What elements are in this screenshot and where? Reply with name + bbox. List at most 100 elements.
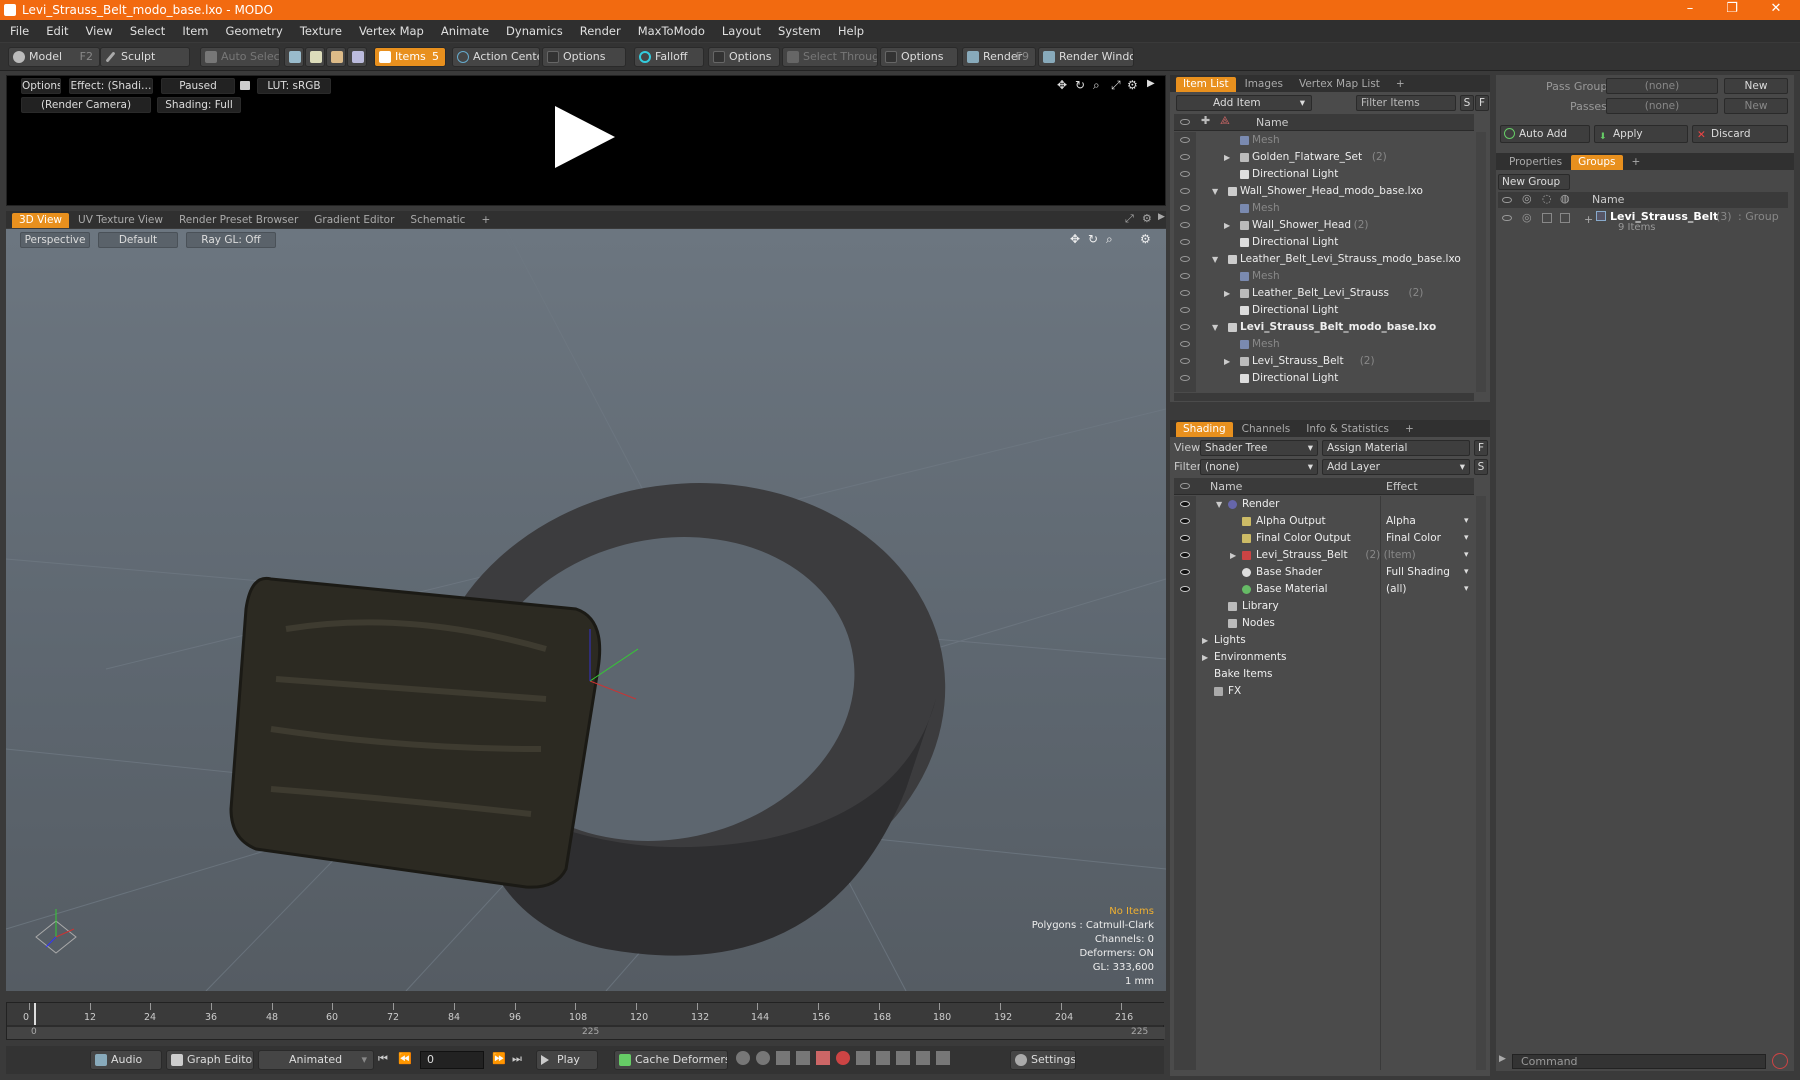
new-pass-group-button[interactable]: New (1724, 78, 1788, 94)
tab-groups[interactable]: Groups (1571, 155, 1623, 170)
frame-field[interactable]: 0 (420, 1051, 484, 1069)
graph-editor-button[interactable]: Graph Editor (166, 1050, 254, 1070)
effect-value[interactable]: Full Shading (1386, 564, 1450, 581)
collapse-arrow-icon[interactable]: ▼ (1212, 251, 1218, 268)
tab-vertex-map-list[interactable]: Vertex Map List (1292, 77, 1387, 92)
zoom-view-icon[interactable]: ⌕ (1106, 232, 1113, 247)
visibility-icon[interactable] (1180, 552, 1190, 558)
shader-tree-row[interactable]: Library (1174, 598, 1474, 615)
cache-deformers-button[interactable]: Cache Deformers (614, 1050, 728, 1070)
vertices-mode-button[interactable] (284, 47, 304, 67)
move-view-icon[interactable]: ✥ (1057, 78, 1067, 92)
add-tab-button[interactable]: + (1625, 155, 1648, 170)
visibility-icon[interactable] (1180, 188, 1190, 194)
auto-add-button[interactable]: Auto Add (1500, 125, 1590, 143)
filter-f-button[interactable]: F (1475, 95, 1489, 111)
auto-select-button[interactable]: Auto Select (200, 47, 280, 67)
visibility-icon[interactable] (1180, 171, 1190, 177)
menu-texture[interactable]: Texture (300, 24, 342, 38)
expand-arrow-icon[interactable]: ▶ (1224, 217, 1230, 234)
expand-arrow-icon[interactable]: ▶ (1230, 547, 1236, 564)
visibility-icon[interactable] (1180, 256, 1190, 262)
filter-dropdown[interactable]: (none) ▾ (1200, 459, 1318, 475)
item-list-row[interactable]: Mesh (1174, 268, 1474, 285)
timeline-playhead[interactable] (34, 1003, 36, 1025)
key-icon[interactable] (936, 1051, 950, 1065)
raygl-toggle[interactable]: Ray GL: Off (186, 232, 276, 248)
key-icon[interactable] (756, 1051, 770, 1065)
collapse-arrow-icon[interactable]: ▼ (1212, 319, 1218, 336)
shader-tree-row[interactable]: Final Color Output Final Color ▾ (1174, 530, 1474, 547)
visibility-icon[interactable] (1180, 324, 1190, 330)
expand-arrow-icon[interactable]: ▶ (1224, 149, 1230, 166)
add-tab-button[interactable]: + (474, 213, 497, 228)
key-icon[interactable] (736, 1051, 750, 1065)
preview-paused-button[interactable]: Paused (161, 78, 235, 94)
group-row[interactable]: ◎ + Levi_Strauss_Belt (3) : Group 9 Item… (1498, 209, 1788, 235)
item-list-row[interactable]: Directional Light (1174, 234, 1474, 251)
minimize-button[interactable]: – (1670, 0, 1710, 20)
item-list-row[interactable]: Mesh (1174, 336, 1474, 353)
item-list-row[interactable]: ▶ Wall_Shower_Head (2) (1174, 217, 1474, 234)
expand-arrow-icon[interactable]: ▶ (1224, 353, 1230, 370)
preview-lut-dropdown[interactable]: LUT: sRGB (257, 78, 331, 94)
maximize-view-icon[interactable]: ⤢ (1111, 78, 1121, 93)
item-list-hscroll[interactable] (1174, 393, 1474, 401)
key-icon[interactable] (916, 1051, 930, 1065)
item-list-scrollbar[interactable] (1476, 132, 1486, 392)
item-list-row[interactable]: ▶ Levi_Strauss_Belt (2) (1174, 353, 1474, 370)
style-dropdown[interactable]: Default (98, 232, 178, 248)
render-button[interactable]: Render F9 (962, 47, 1036, 67)
shader-tree-row[interactable]: ▶ Levi_Strauss_Belt (2) (Item) ▾ (1174, 547, 1474, 564)
visibility-icon[interactable] (1180, 273, 1190, 279)
close-button[interactable]: ✕ (1756, 0, 1796, 20)
edges-mode-button[interactable] (305, 47, 325, 67)
shader-tree-scrollbar[interactable] (1476, 496, 1486, 1070)
menu-system[interactable]: System (778, 24, 821, 38)
shader-tree-row[interactable]: Alpha Output Alpha ▾ (1174, 513, 1474, 530)
tab-3d-view[interactable]: 3D View (12, 213, 70, 228)
effect-value[interactable]: Alpha (1386, 513, 1416, 530)
viewport-3d[interactable]: Perspective Default Ray GL: Off ✥ ↻ ⌕ ⚙ … (6, 229, 1166, 991)
shader-tree-row[interactable]: Bake Items (1174, 666, 1474, 683)
pass-groups-dropdown[interactable]: (none) (1606, 78, 1718, 94)
item-list-row[interactable]: Mesh (1174, 132, 1474, 149)
shading-s-button[interactable]: S (1474, 459, 1488, 475)
settings-button[interactable]: Settings (1010, 1050, 1076, 1070)
viewport-settings-gear-icon[interactable]: ⚙ (1140, 232, 1151, 246)
key-icon[interactable] (896, 1051, 910, 1065)
menu-view[interactable]: View (86, 24, 113, 38)
render-toggle-icon[interactable]: ◎ (1522, 211, 1532, 224)
key-icon[interactable] (776, 1051, 790, 1065)
rotate-view-icon[interactable]: ↻ (1075, 78, 1085, 92)
tab-info-statistics[interactable]: Info & Statistics (1299, 422, 1396, 437)
item-list-row[interactable]: Directional Light (1174, 302, 1474, 319)
chevron-down-icon[interactable]: ▾ (1464, 513, 1469, 530)
assign-material-button[interactable]: Assign Material (1322, 440, 1470, 456)
shader-tree-row[interactable]: Base Material (all) ▾ (1174, 581, 1474, 598)
menu-vertex-map[interactable]: Vertex Map (359, 24, 424, 38)
timeline[interactable]: 0 12 24 36 48 60 72 84 96 108 120 132 144 156 168 180 19… (6, 1002, 1165, 1040)
previous-frame-icon[interactable]: ⏪ (398, 1052, 412, 1065)
visibility-icon[interactable] (1180, 518, 1190, 524)
skip-to-end-icon[interactable]: ⏭ (512, 1052, 522, 1066)
shader-tree-row[interactable]: ▶ Lights (1174, 632, 1474, 649)
item-list-row[interactable]: Directional Light (1174, 370, 1474, 387)
menu-animate[interactable]: Animate (441, 24, 489, 38)
effect-value[interactable]: Final Color (1386, 530, 1441, 547)
visibility-icon[interactable] (1180, 586, 1190, 592)
new-group-button[interactable]: New Group (1498, 174, 1570, 190)
falloff-options-button[interactable]: Options (708, 47, 780, 67)
item-list-row[interactable]: ▶ Leather_Belt_Levi_Strauss (2) (1174, 285, 1474, 302)
tab-shading[interactable]: Shading (1176, 422, 1233, 437)
add-tab-button[interactable]: + (1389, 77, 1412, 92)
select-through-options-button[interactable]: Options (880, 47, 958, 67)
shader-tree-row[interactable]: ▼ Render (1174, 496, 1474, 513)
visibility-icon[interactable] (1180, 535, 1190, 541)
tab-gradient-editor[interactable]: Gradient Editor (307, 213, 401, 228)
zoom-view-icon[interactable]: ⌕ (1093, 78, 1100, 93)
command-expand-icon[interactable]: ▶ (1499, 1054, 1506, 1064)
tab-item-list[interactable]: Item List (1176, 77, 1236, 92)
menu-maxtomodo[interactable]: MaxToModo (638, 24, 705, 38)
chevron-down-icon[interactable]: ▾ (1464, 547, 1469, 564)
